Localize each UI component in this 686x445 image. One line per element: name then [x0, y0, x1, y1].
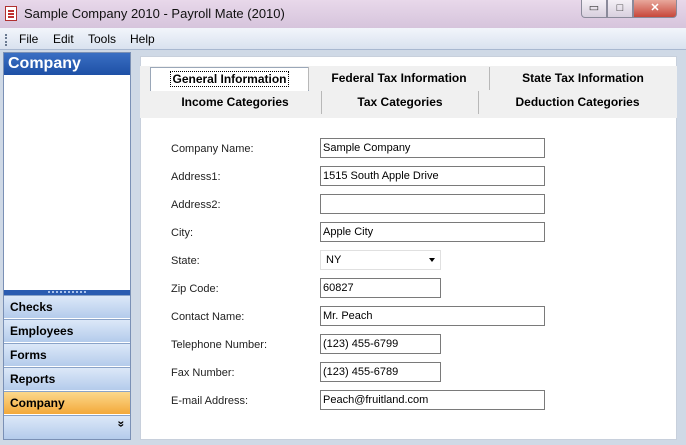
- contact-name-field[interactable]: Mr. Peach: [320, 306, 545, 326]
- state-value: NY: [326, 254, 342, 266]
- window-title: Sample Company 2010 - Payroll Mate (2010…: [24, 6, 285, 21]
- tab-strip: General Information Federal Tax Informat…: [140, 66, 677, 118]
- email-address-label: E-mail Address:: [171, 395, 249, 407]
- menu-bar: File Edit Tools Help: [0, 28, 686, 50]
- state-label: State:: [171, 255, 200, 267]
- maximize-button[interactable]: □: [607, 0, 633, 18]
- menu-tools[interactable]: Tools: [88, 32, 116, 46]
- email-address-field[interactable]: Peach@fruitland.com: [320, 390, 545, 410]
- nav-reports[interactable]: Reports: [4, 367, 130, 390]
- nav-employees[interactable]: Employees: [4, 319, 130, 342]
- tab-label: General Information: [170, 71, 289, 87]
- state-select[interactable]: NY: [320, 250, 441, 270]
- zip-code-field[interactable]: 60827: [320, 278, 441, 298]
- zip-code-label: Zip Code:: [171, 283, 219, 295]
- city-label: City:: [171, 227, 193, 239]
- fax-number-field[interactable]: (123) 455-6789: [320, 362, 441, 382]
- tab-income-categories[interactable]: Income Categories: [150, 91, 320, 114]
- telephone-number-field[interactable]: (123) 455-6799: [320, 334, 441, 354]
- nav-forms[interactable]: Forms: [4, 343, 130, 366]
- menu-file[interactable]: File: [19, 32, 38, 46]
- tab-federal-tax-information[interactable]: Federal Tax Information: [308, 67, 489, 90]
- contact-name-label: Contact Name:: [171, 311, 245, 323]
- nav-checks[interactable]: Checks: [4, 295, 130, 318]
- tab-general-information[interactable]: General Information: [150, 67, 309, 91]
- title-bar: Sample Company 2010 - Payroll Mate (2010…: [0, 0, 686, 28]
- address1-field[interactable]: 1515 South Apple Drive: [320, 166, 545, 186]
- menu-edit[interactable]: Edit: [53, 32, 74, 46]
- tab-state-tax-information[interactable]: State Tax Information: [489, 67, 676, 90]
- menu-help[interactable]: Help: [130, 32, 155, 46]
- fax-number-label: Fax Number:: [171, 367, 235, 379]
- tab-deduction-categories[interactable]: Deduction Categories: [478, 91, 676, 114]
- minimize-button[interactable]: ▭: [581, 0, 607, 18]
- document-icon: [5, 6, 17, 21]
- close-button[interactable]: ✕: [633, 0, 677, 18]
- menu-grip-icon: [5, 34, 9, 46]
- nav-company[interactable]: Company: [4, 391, 130, 414]
- telephone-number-label: Telephone Number:: [171, 339, 268, 351]
- sidebar: Company Checks Employees Forms Reports C…: [3, 52, 131, 440]
- company-name-field[interactable]: Sample Company: [320, 138, 545, 158]
- address2-label: Address2:: [171, 199, 221, 211]
- chevron-down-icon: [429, 258, 435, 262]
- city-field[interactable]: Apple City: [320, 222, 545, 242]
- tab-tax-categories[interactable]: Tax Categories: [321, 91, 478, 114]
- address1-label: Address1:: [171, 171, 221, 183]
- sidebar-header: Company: [4, 53, 130, 75]
- company-name-label: Company Name:: [171, 143, 254, 155]
- chevron-double-down-icon: »: [114, 420, 129, 426]
- nav-overflow-button[interactable]: »: [4, 415, 130, 439]
- address2-field[interactable]: [320, 194, 545, 214]
